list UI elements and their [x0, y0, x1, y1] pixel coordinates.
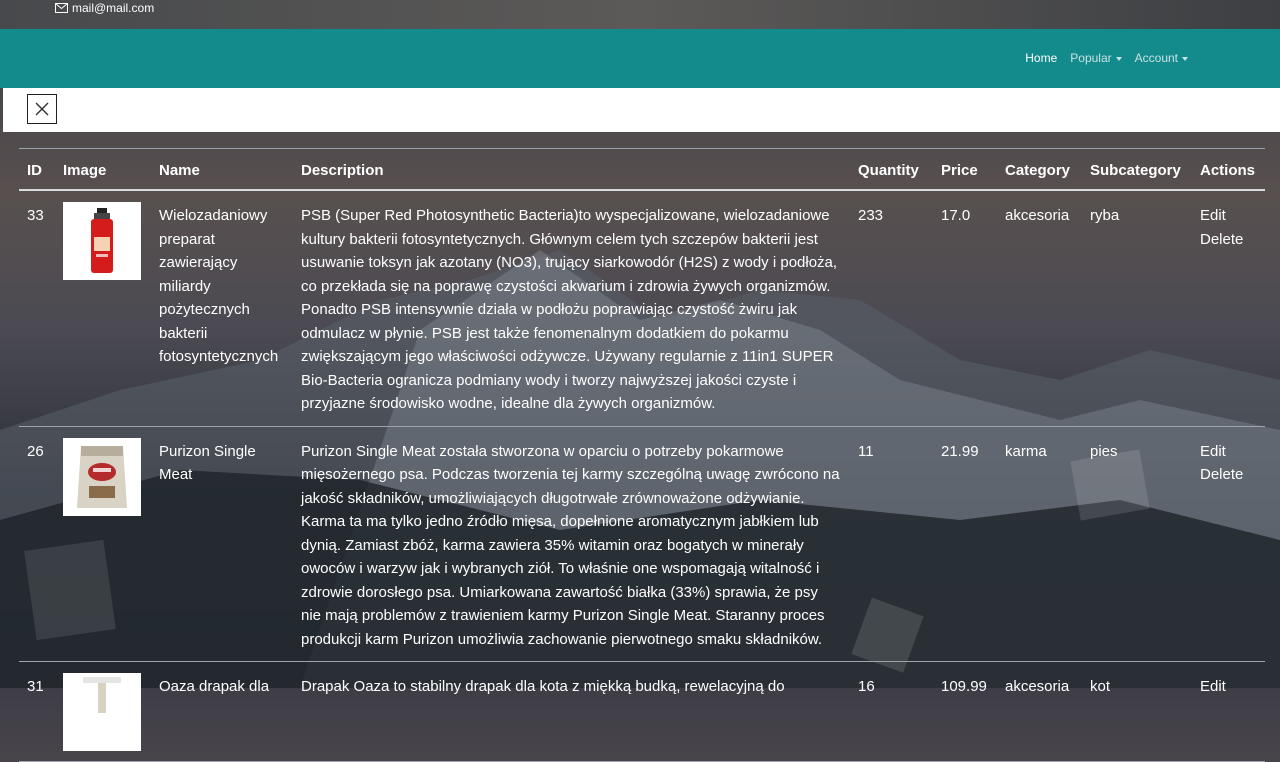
table-row: 33 Wielozadaniowy preparat zawierający m…	[19, 190, 1265, 427]
column-header-id: ID	[19, 148, 55, 191]
cell-description: PSB (Super Red Photosynthetic Bacteria)t…	[293, 190, 850, 427]
column-header-price: Price	[933, 148, 997, 191]
nav-home-link[interactable]: Home	[1025, 51, 1057, 65]
main-navbar: Home Popular Account	[0, 29, 1280, 88]
products-table-container: ID Image Name Description Quantity Price…	[19, 148, 1265, 762]
nav-menu: Home Popular Account	[1025, 51, 1188, 65]
email-text: mail@mail.com	[72, 1, 155, 15]
top-info-bar: mail@mail.com	[0, 0, 1280, 29]
cell-name: Oaza drapak dla	[151, 661, 293, 762]
delete-link[interactable]: Delete	[1200, 228, 1257, 252]
cell-category: akcesoria	[997, 190, 1082, 427]
cell-id: 26	[19, 426, 55, 662]
product-thumbnail-cat-scratcher	[63, 673, 141, 751]
cell-price: 109.99	[933, 661, 997, 762]
cell-id: 31	[19, 661, 55, 762]
column-header-name: Name	[151, 148, 293, 191]
chevron-down-icon	[1115, 56, 1122, 61]
cell-image	[55, 426, 151, 662]
nav-popular-label: Popular	[1070, 51, 1112, 65]
cell-price: 17.0	[933, 190, 997, 427]
products-table: ID Image Name Description Quantity Price…	[19, 148, 1265, 762]
cell-subcategory: ryba	[1082, 190, 1192, 427]
contact-email: mail@mail.com	[55, 1, 154, 15]
nav-account-label: Account	[1134, 51, 1178, 65]
nav-popular-dropdown[interactable]: Popular	[1070, 51, 1122, 65]
cell-actions: Edit	[1192, 661, 1265, 762]
cell-quantity: 16	[850, 661, 933, 762]
cell-actions: Edit Delete	[1192, 190, 1265, 427]
edit-link[interactable]: Edit	[1200, 675, 1257, 699]
product-thumbnail-dog-food-bag	[63, 437, 141, 516]
cell-category: akcesoria	[997, 661, 1082, 762]
delete-link[interactable]: Delete	[1200, 463, 1257, 487]
close-button[interactable]	[27, 94, 57, 124]
cell-name: Wielozadaniowy preparat zawierający mili…	[151, 190, 293, 427]
cell-subcategory: kot	[1082, 661, 1192, 762]
cell-id: 33	[19, 190, 55, 427]
table-row: 26 Purizon Single Meat Purizon Single Me…	[19, 426, 1265, 662]
cell-quantity: 11	[850, 426, 933, 662]
alert-bar	[3, 88, 1280, 132]
edit-link[interactable]: Edit	[1200, 204, 1257, 228]
cell-description: Purizon Single Meat została stworzona w …	[293, 426, 850, 662]
envelope-icon	[55, 3, 68, 13]
column-header-subcategory: Subcategory	[1082, 148, 1192, 191]
cell-image	[55, 190, 151, 427]
close-icon	[35, 102, 49, 116]
column-header-description: Description	[293, 148, 850, 191]
column-header-image: Image	[55, 148, 151, 191]
column-header-actions: Actions	[1192, 148, 1265, 191]
cell-description: Drapak Oaza to stabilny drapak dla kota …	[293, 661, 850, 762]
column-header-quantity: Quantity	[850, 148, 933, 191]
table-row: 31 Oaza drapak dla Drapak Oaza to stabil…	[19, 661, 1265, 762]
cell-actions: Edit Delete	[1192, 426, 1265, 662]
product-thumbnail-red-spray-bottle	[63, 202, 141, 280]
edit-link[interactable]: Edit	[1200, 440, 1257, 464]
cell-name: Purizon Single Meat	[151, 426, 293, 662]
nav-account-dropdown[interactable]: Account	[1135, 51, 1188, 65]
cell-subcategory: pies	[1082, 426, 1192, 662]
chevron-down-icon	[1182, 56, 1188, 61]
cell-price: 21.99	[933, 426, 997, 662]
cell-image	[55, 661, 151, 762]
cell-category: karma	[997, 426, 1082, 662]
cell-quantity: 233	[850, 190, 933, 427]
table-header-row: ID Image Name Description Quantity Price…	[19, 148, 1265, 191]
column-header-category: Category	[997, 148, 1082, 191]
